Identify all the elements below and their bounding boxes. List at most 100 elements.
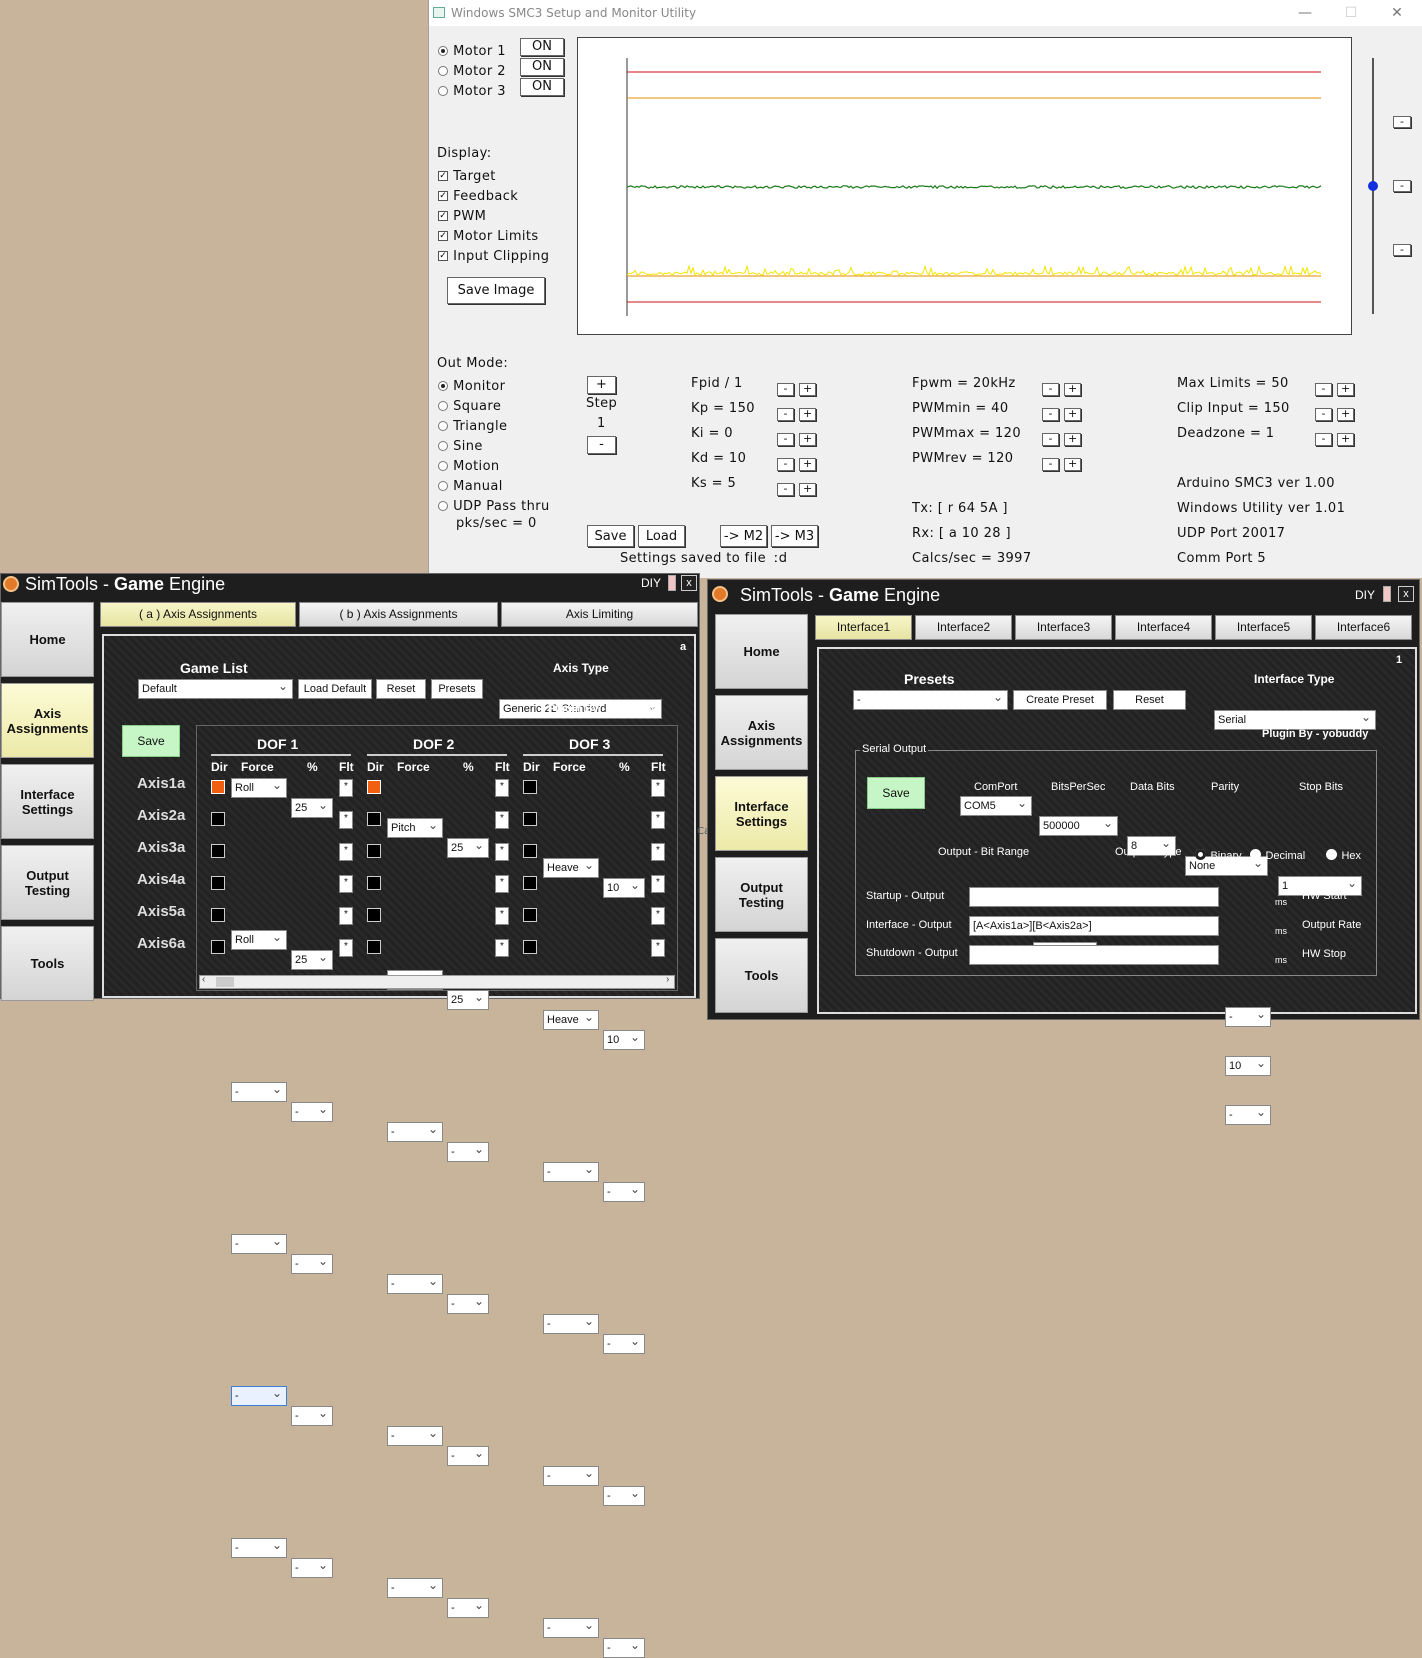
ki-plus-button[interactable]: + — [799, 432, 817, 446]
motor-radio-2[interactable]: Motor 2 — [438, 60, 506, 80]
percent-select[interactable]: 25 — [447, 838, 489, 858]
pwmmax-plus-button[interactable]: + — [1064, 432, 1082, 446]
copy-to-m3-button[interactable]: -> M3 — [771, 525, 818, 547]
percent-select[interactable]: - — [447, 1294, 489, 1314]
interface-output-field[interactable]: [A<Axis1a>][B<Axis2a>] — [969, 916, 1219, 936]
reset-button[interactable]: Reset — [376, 679, 426, 699]
direction-checkbox[interactable] — [523, 940, 537, 954]
direction-checkbox[interactable] — [211, 844, 225, 858]
direction-checkbox[interactable] — [211, 812, 225, 826]
kp-plus-button[interactable]: + — [799, 407, 817, 421]
nav-home[interactable]: Home — [715, 614, 808, 689]
fpid-minus-button[interactable]: - — [777, 382, 794, 396]
load-default-button[interactable]: Load Default — [298, 679, 372, 699]
pwmmin-minus-button[interactable]: - — [1042, 407, 1059, 421]
direction-checkbox[interactable] — [523, 876, 537, 890]
force-select[interactable]: - — [543, 1466, 599, 1486]
save-image-button[interactable]: Save Image — [447, 277, 545, 304]
pwmrev-plus-button[interactable]: + — [1064, 457, 1082, 471]
percent-select[interactable]: - — [603, 1486, 645, 1506]
direction-checkbox[interactable] — [367, 780, 381, 794]
checkbox-pwm[interactable]: ✓ PWM — [438, 205, 549, 225]
direction-checkbox[interactable] — [367, 940, 381, 954]
deadzone-minus-button[interactable]: - — [1315, 432, 1332, 446]
ks-plus-button[interactable]: + — [799, 482, 817, 496]
kd-plus-button[interactable]: + — [799, 457, 817, 471]
copy-to-m2-button[interactable]: -> M2 — [720, 525, 767, 547]
percent-select[interactable]: 10 — [603, 878, 645, 898]
position-slider-thumb[interactable] — [1368, 181, 1378, 191]
load-button[interactable]: Load — [638, 525, 685, 547]
filter-button[interactable]: * — [495, 907, 509, 925]
nav-output-testing[interactable]: Output Testing — [715, 857, 808, 932]
direction-checkbox[interactable] — [523, 780, 537, 794]
percent-select[interactable]: - — [447, 1446, 489, 1466]
direction-checkbox[interactable] — [523, 812, 537, 826]
filter-button[interactable]: * — [339, 907, 353, 925]
tab-interface2[interactable]: Interface2 — [915, 615, 1012, 640]
filter-button[interactable]: * — [651, 907, 665, 925]
tab-interface6[interactable]: Interface6 — [1315, 615, 1412, 640]
filter-button[interactable]: * — [651, 779, 665, 797]
filter-button[interactable]: * — [339, 779, 353, 797]
kp-minus-button[interactable]: - — [777, 407, 794, 421]
percent-select[interactable]: 10 — [603, 1030, 645, 1050]
force-select[interactable]: Roll — [231, 778, 287, 798]
maxlimits-plus-button[interactable]: + — [1337, 382, 1355, 396]
tab-interface1[interactable]: Interface1 — [815, 615, 912, 640]
minimize-button[interactable]: — — [1285, 2, 1325, 24]
step-minus-button[interactable]: - — [587, 436, 616, 454]
close-button[interactable]: ✕ — [1377, 2, 1417, 24]
direction-checkbox[interactable] — [523, 844, 537, 858]
zoom-button-bottom[interactable]: - — [1393, 244, 1411, 256]
mode-radio-sine[interactable]: Sine — [438, 435, 550, 455]
save-button[interactable]: Save — [122, 725, 180, 757]
filter-button[interactable]: * — [495, 875, 509, 893]
clipinput-plus-button[interactable]: + — [1337, 407, 1355, 421]
pwmmin-plus-button[interactable]: + — [1064, 407, 1082, 421]
presets-select[interactable]: - — [853, 690, 1008, 710]
force-select[interactable]: - — [543, 1314, 599, 1334]
zoom-button-top[interactable]: - — [1393, 116, 1411, 128]
direction-checkbox[interactable] — [367, 876, 381, 890]
scroll-right-icon[interactable]: › — [666, 974, 669, 985]
scroll-left-icon[interactable]: ‹ — [202, 974, 205, 985]
filter-button[interactable]: * — [495, 811, 509, 829]
mode-radio-manual[interactable]: Manual — [438, 475, 550, 495]
fpid-plus-button[interactable]: + — [799, 382, 817, 396]
startup-output-field[interactable] — [969, 887, 1219, 907]
direction-checkbox[interactable] — [367, 844, 381, 858]
presets-button[interactable]: Presets — [431, 679, 483, 699]
create-preset-button[interactable]: Create Preset — [1013, 690, 1107, 710]
tab-axis-limiting[interactable]: Axis Limiting — [501, 602, 698, 627]
nav-interface-settings[interactable]: Interface Settings — [1, 764, 94, 839]
ks-minus-button[interactable]: - — [777, 482, 794, 496]
force-select[interactable]: - — [387, 1578, 443, 1598]
close-button[interactable]: x — [1398, 586, 1414, 602]
shutdown-ms-select[interactable]: - — [1225, 1105, 1271, 1125]
direction-checkbox[interactable] — [211, 876, 225, 890]
tab-interface4[interactable]: Interface4 — [1115, 615, 1212, 640]
filter-button[interactable]: * — [339, 811, 353, 829]
force-select[interactable]: Heave — [543, 1010, 599, 1030]
nav-interface-settings[interactable]: Interface Settings — [715, 776, 808, 851]
force-select[interactable]: Heave — [543, 858, 599, 878]
force-select[interactable]: - — [231, 1538, 287, 1558]
fpwm-minus-button[interactable]: - — [1042, 382, 1059, 396]
checkbox-motor-limits[interactable]: ✓ Motor Limits — [438, 225, 549, 245]
close-button[interactable]: x — [681, 575, 697, 591]
filter-button[interactable]: * — [339, 843, 353, 861]
pwmrev-minus-button[interactable]: - — [1042, 457, 1059, 471]
percent-select[interactable]: - — [447, 1598, 489, 1618]
output-type-hex[interactable]: Hex — [1326, 846, 1361, 864]
filter-button[interactable]: * — [651, 811, 665, 829]
save-button[interactable]: Save — [867, 777, 925, 809]
nav-output-testing[interactable]: Output Testing — [1, 845, 94, 920]
force-select[interactable]: - — [387, 1274, 443, 1294]
nav-tools[interactable]: Tools — [1, 926, 94, 1001]
direction-checkbox[interactable] — [211, 908, 225, 922]
game-list-select[interactable]: Default — [138, 679, 293, 699]
nav-home[interactable]: Home — [1, 602, 94, 677]
checkbox-input-clipping[interactable]: ✓ Input Clipping — [438, 245, 549, 265]
save-button[interactable]: Save — [587, 525, 634, 547]
